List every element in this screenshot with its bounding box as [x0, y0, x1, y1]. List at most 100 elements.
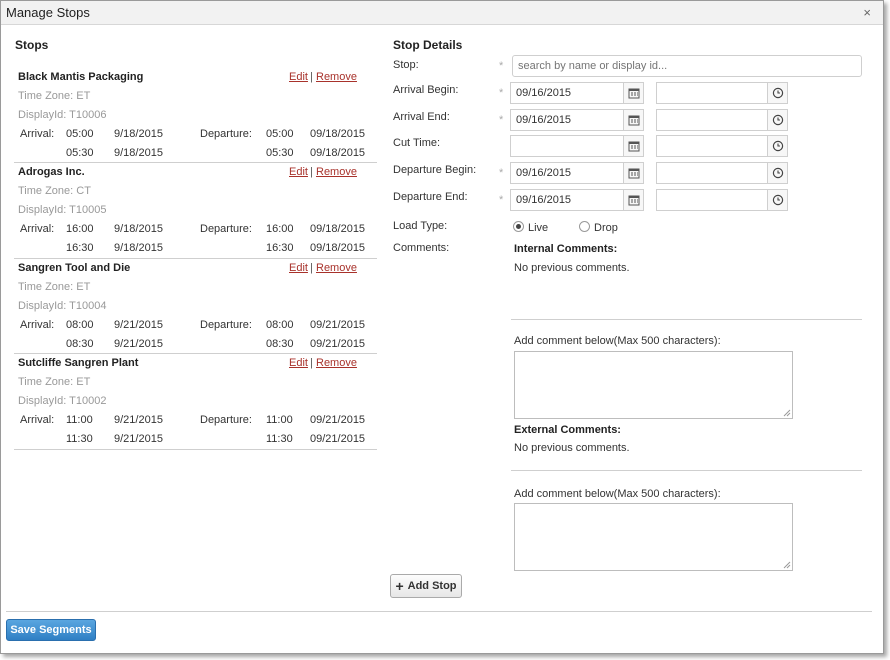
arrival-date: 9/21/2015 — [114, 414, 163, 426]
external-comment-textarea[interactable] — [514, 503, 793, 571]
departure-date: 09/18/2015 — [310, 128, 366, 140]
stop-details-heading: Stop Details — [393, 38, 463, 52]
arrival-date: 9/21/2015 — [114, 319, 163, 331]
stop-display-id: DisplayId: T10006 — [18, 109, 107, 121]
departure-date: 09/18/2015 — [310, 147, 366, 159]
departure-begin-time-input[interactable] — [656, 162, 768, 184]
arrival-time: 16:00 — [66, 223, 94, 235]
departure-time: 16:30 — [266, 242, 294, 254]
link-separator: | — [310, 262, 313, 274]
clock-icon[interactable] — [768, 135, 788, 157]
add-stop-label: Add Stop — [407, 580, 457, 592]
required-star: * — [499, 60, 504, 72]
edit-stop-link[interactable]: Edit — [289, 71, 308, 83]
edit-stop-link[interactable]: Edit — [289, 357, 308, 369]
arrival-date: 9/18/2015 — [114, 242, 163, 254]
remove-stop-link[interactable]: Remove — [316, 357, 357, 369]
stop-divider — [14, 353, 377, 354]
comments-label: Comments: — [393, 242, 450, 254]
calendar-icon[interactable] — [624, 162, 644, 184]
departure-end-time-input[interactable] — [656, 189, 768, 211]
edit-stop-link[interactable]: Edit — [289, 166, 308, 178]
stop-display-id: DisplayId: T10004 — [18, 300, 107, 312]
departure-date: 09/18/2015 — [310, 223, 366, 235]
arrival-time: 05:30 — [66, 147, 94, 159]
stop-name: Adrogas Inc. — [18, 166, 85, 178]
arrival-date: 9/18/2015 — [114, 147, 163, 159]
internal-comment-textarea[interactable] — [514, 351, 793, 419]
stop-search-input[interactable] — [512, 55, 862, 77]
departure-date: 09/21/2015 — [310, 319, 366, 331]
calendar-icon[interactable] — [624, 135, 644, 157]
remove-stop-link[interactable]: Remove — [316, 71, 357, 83]
dialog-titlebar: Manage Stops × — [1, 1, 883, 25]
arrival-time: 16:30 — [66, 242, 94, 254]
departure-time: 05:30 — [266, 147, 294, 159]
stop-divider — [14, 258, 377, 259]
clock-icon[interactable] — [768, 82, 788, 104]
stop-divider — [14, 162, 377, 163]
external-divider — [511, 470, 862, 471]
departure-time: 05:00 — [266, 128, 294, 140]
internal-comments-text: No previous comments. — [514, 262, 630, 274]
stop-time-zone: Time Zone: CT — [18, 185, 91, 197]
remove-stop-link[interactable]: Remove — [316, 166, 357, 178]
stop-divider — [14, 449, 377, 450]
required-star: * — [499, 167, 504, 179]
arrival-label: Arrival: — [20, 319, 55, 331]
departure-date: 09/18/2015 — [310, 242, 366, 254]
arrival-label: Arrival: — [20, 414, 55, 426]
calendar-icon[interactable] — [624, 189, 644, 211]
dialog-title: Manage Stops — [6, 5, 90, 20]
arrival-begin-label: Arrival Begin: — [393, 84, 459, 96]
departure-begin-label: Departure Begin: — [393, 164, 477, 176]
save-segments-button[interactable]: Save Segments — [6, 619, 96, 641]
link-separator: | — [310, 357, 313, 369]
stop-time-zone: Time Zone: ET — [18, 281, 91, 293]
load-type-label: Load Type: — [393, 220, 448, 232]
arrival-end-label: Arrival End: — [393, 111, 450, 123]
required-star: * — [499, 194, 504, 206]
clock-icon[interactable] — [768, 162, 788, 184]
departure-time: 08:30 — [266, 338, 294, 350]
calendar-icon[interactable] — [624, 109, 644, 131]
required-star: * — [499, 87, 504, 99]
departure-begin-date-input[interactable]: 09/16/2015 — [510, 162, 624, 184]
edit-stop-link[interactable]: Edit — [289, 262, 308, 274]
arrival-time: 05:00 — [66, 128, 94, 140]
arrival-begin-time-input[interactable] — [656, 82, 768, 104]
stop-name: Sangren Tool and Die — [18, 262, 131, 274]
external-add-comment-label: Add comment below(Max 500 characters): — [514, 488, 721, 500]
arrival-date: 9/18/2015 — [114, 223, 163, 235]
resize-handle-icon[interactable] — [783, 561, 791, 569]
close-icon[interactable]: × — [863, 5, 871, 20]
cut-time-date-input[interactable] — [510, 135, 624, 157]
departure-label: Departure: — [200, 414, 252, 426]
departure-label: Departure: — [200, 128, 252, 140]
stop-display-id: DisplayId: T10002 — [18, 395, 107, 407]
departure-date: 09/21/2015 — [310, 414, 366, 426]
departure-end-date-input[interactable]: 09/16/2015 — [510, 189, 624, 211]
link-separator: | — [310, 166, 313, 178]
arrival-end-time-input[interactable] — [656, 109, 768, 131]
clock-icon[interactable] — [768, 189, 788, 211]
load-type-drop-radio[interactable] — [579, 221, 590, 232]
remove-stop-link[interactable]: Remove — [316, 262, 357, 274]
resize-handle-icon[interactable] — [783, 409, 791, 417]
arrival-end-date-input[interactable]: 09/16/2015 — [510, 109, 624, 131]
clock-icon[interactable] — [768, 109, 788, 131]
arrival-begin-date-input[interactable]: 09/16/2015 — [510, 82, 624, 104]
stop-name: Sutcliffe Sangren Plant — [18, 357, 139, 369]
internal-comments-heading: Internal Comments: — [514, 243, 618, 255]
cut-time-label: Cut Time: — [393, 137, 441, 149]
departure-time: 11:30 — [266, 433, 293, 445]
cut-time-time-input[interactable] — [656, 135, 768, 157]
departure-end-label: Departure End: — [393, 191, 468, 203]
departure-date: 09/21/2015 — [310, 338, 366, 350]
add-stop-button[interactable]: + Add Stop — [390, 574, 462, 598]
plus-icon: + — [395, 578, 404, 594]
departure-date: 09/21/2015 — [310, 433, 366, 445]
load-type-live-radio[interactable] — [513, 221, 524, 232]
calendar-icon[interactable] — [624, 82, 644, 104]
arrival-date: 9/21/2015 — [114, 338, 163, 350]
